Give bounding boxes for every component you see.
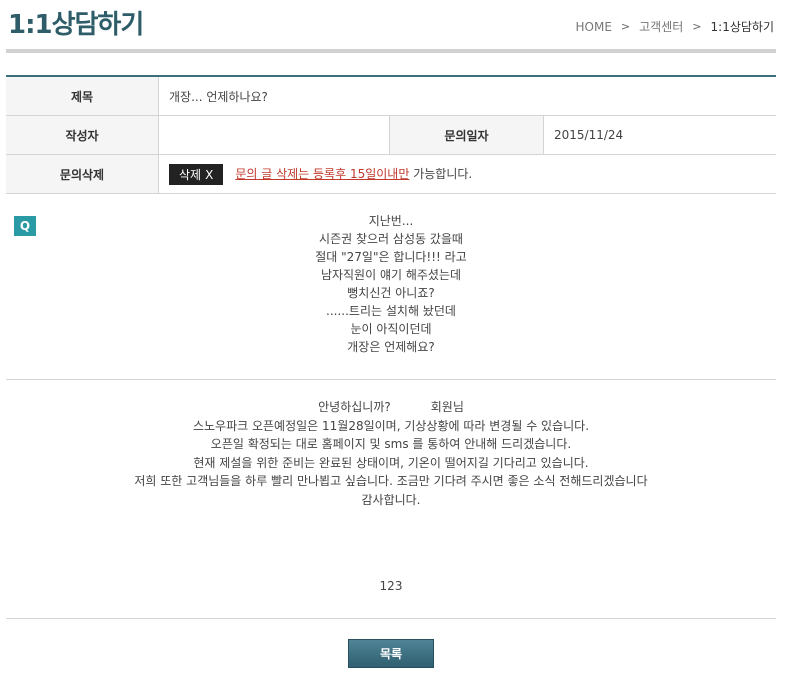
delete-cell: 삭제 X 문의 글 삭제는 등록후 15일이내만 가능합니다. bbox=[158, 154, 776, 194]
answer-body: 안녕하십니까? 회원님 스노우파크 오픈예정일은 11월28일이며, 기상상황에 … bbox=[6, 398, 776, 509]
delete-row: 문의삭제 삭제 X 문의 글 삭제는 등록후 15일이내만 가능합니다. bbox=[6, 154, 776, 194]
author-value bbox=[158, 115, 390, 155]
date-label: 문의일자 bbox=[389, 115, 544, 155]
answer-line: 감사합니다. bbox=[361, 492, 421, 507]
question-line: 개장은 언제해요? bbox=[347, 340, 435, 354]
delete-button-label: 삭제 bbox=[179, 167, 202, 182]
breadcrumb-home-link[interactable]: HOME bbox=[576, 20, 612, 34]
question-line: 지난번... bbox=[368, 214, 414, 228]
page-title: 1:1상담하기 bbox=[8, 10, 144, 40]
author-date-row: 작성자 문의일자 2015/11/24 bbox=[6, 115, 776, 155]
subject-label: 제목 bbox=[6, 76, 159, 116]
answer-line: 오픈일 확정되는 대로 홈페이지 및 sms 를 통하여 안내해 드리겠습니다. bbox=[210, 437, 572, 451]
breadcrumb-customer-center-link[interactable]: 고객센터 bbox=[639, 18, 683, 35]
breadcrumb-separator: > bbox=[692, 20, 702, 33]
list-button[interactable]: 목록 bbox=[348, 639, 434, 668]
question-line: ......트리는 설치해 놨던데 bbox=[326, 304, 456, 318]
subject-row: 제목 개장... 언제하나요? bbox=[6, 76, 776, 116]
question-line: 시즌권 찾으러 삼성동 갔을때 bbox=[319, 232, 463, 246]
question-line: 남자직원이 얘기 해주셨는데 bbox=[320, 268, 462, 282]
delete-x-icon: X bbox=[205, 167, 214, 182]
question-line: 눈이 아직이던데 bbox=[350, 322, 432, 336]
delete-notice-suffix: 가능합니다. bbox=[409, 166, 473, 181]
question-line: 뻥치신건 아니죠? bbox=[347, 286, 435, 300]
page: 1:1상담하기 HOME > 고객센터 > 1:1상담하기 제목 개장... 언… bbox=[0, 0, 786, 679]
inquiry-info-table: 제목 개장... 언제하나요? 작성자 문의일자 2015/11/24 문의삭제… bbox=[6, 75, 776, 194]
delete-notice-link[interactable]: 문의 글 삭제는 등록후 15일이내만 bbox=[235, 167, 409, 181]
question-answer-divider bbox=[6, 379, 776, 380]
question-body: 지난번... 시즌권 찾으러 삼성동 갔을때 절대 "27일"은 합니다!!! … bbox=[6, 212, 776, 356]
answer-greeting-text: 안녕하십니까? bbox=[318, 400, 391, 414]
date-value: 2015/11/24 bbox=[543, 115, 776, 155]
title-divider bbox=[6, 49, 776, 53]
footer-divider bbox=[6, 618, 776, 619]
subject-value: 개장... 언제하나요? bbox=[158, 76, 776, 116]
breadcrumb-current: 1:1상담하기 bbox=[710, 20, 774, 34]
delete-button[interactable]: 삭제 X bbox=[169, 163, 224, 185]
answer-line: 스노우파크 오픈예정일은 11월28일이며, 기상상황에 따라 변경될 수 있습… bbox=[192, 418, 590, 433]
answer-line: 현재 제설을 위한 준비는 완료된 상태이며, 기온이 떨어지길 기다리고 있습… bbox=[193, 455, 589, 470]
answer-greeting: 안녕하십니까? 회원님 bbox=[6, 398, 776, 417]
author-label: 작성자 bbox=[6, 115, 159, 155]
breadcrumb-separator: > bbox=[620, 20, 631, 33]
breadcrumb: HOME > 고객센터 > 1:1상담하기 bbox=[576, 18, 775, 35]
question-line: 절대 "27일"은 합니다!!! 라고 bbox=[315, 250, 467, 264]
answer-greeting-suffix: 회원님 bbox=[430, 400, 464, 414]
answer-signature: 123 bbox=[379, 579, 403, 593]
answer-line: 저희 또한 고객님들을 하루 빨리 만나뵙고 싶습니다. 조금만 기다려 주시면… bbox=[134, 474, 648, 488]
delete-label: 문의삭제 bbox=[6, 154, 159, 194]
